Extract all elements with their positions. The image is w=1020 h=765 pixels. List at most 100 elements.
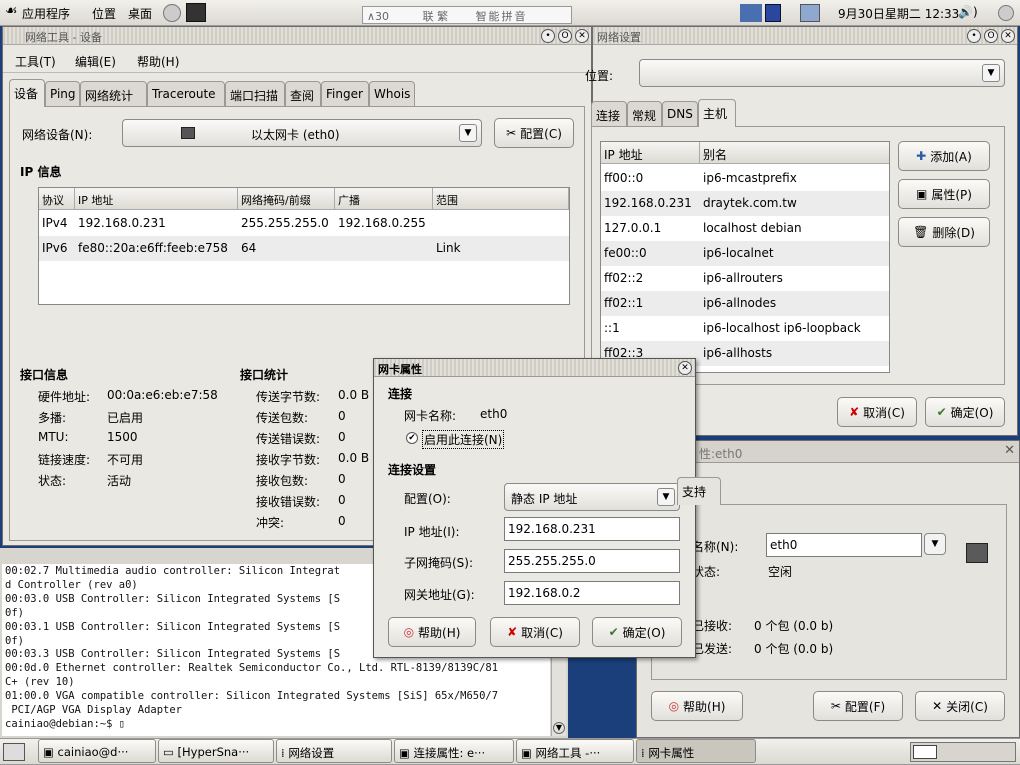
ime-item-lian[interactable]: 联: [423, 10, 434, 23]
state-label: 状态:: [38, 474, 67, 488]
list-item[interactable]: ::1 ip6-localhost ip6-loopback: [601, 316, 889, 341]
col-protocol[interactable]: 协议: [39, 188, 75, 210]
scroll-down-icon[interactable]: ▼: [553, 722, 565, 734]
close-icon[interactable]: ✕: [1004, 443, 1015, 458]
task-terminal[interactable]: ▣ cainiao@d···: [38, 739, 156, 763]
close-icon[interactable]: ✕: [575, 29, 589, 43]
list-item[interactable]: 127.0.0.1 localhost debian: [601, 216, 889, 241]
col-netmask[interactable]: 网络掩码/前缀: [238, 188, 335, 210]
close-icon[interactable]: ✕: [1001, 29, 1015, 43]
location-combo[interactable]: ▼: [639, 59, 1005, 87]
list-item[interactable]: fe00::0 ip6-localnet: [601, 241, 889, 266]
gateway-field[interactable]: 192.168.0.2: [504, 581, 680, 605]
tx-errors-value: 0: [338, 430, 346, 444]
volume-icon[interactable]: 🔊): [958, 5, 978, 19]
close-icon[interactable]: ✕: [678, 361, 692, 375]
tab-traceroute[interactable]: Traceroute: [147, 81, 225, 107]
menu-tools[interactable]: 工具(T): [15, 53, 56, 70]
task-net-tool[interactable]: ▣ 网络工具 -···: [516, 739, 634, 763]
hosts-table[interactable]: IP 地址 别名 ff00::0 ip6-mcastprefix 192.168.…: [600, 141, 890, 373]
cancel-button[interactable]: ✘ 取消(C): [490, 617, 580, 647]
close-button[interactable]: ✕ 关闭(C): [915, 691, 1005, 721]
menu-edit[interactable]: 编辑(E): [75, 53, 116, 70]
col-alias[interactable]: 别名: [700, 142, 889, 164]
col-broadcast[interactable]: 广播: [335, 188, 433, 210]
ip-table[interactable]: 协议 IP 地址 网络掩码/前缀 广播 范围 IPv4 192.168.0.23…: [38, 187, 570, 305]
clock[interactable]: 9月30日星期二 12:33: [838, 5, 959, 22]
enable-checkbox[interactable]: ✔: [406, 432, 418, 444]
tab-whois[interactable]: Whois: [369, 81, 415, 107]
chevron-down-icon[interactable]: ▼: [924, 533, 946, 555]
col-host-ip[interactable]: IP 地址: [601, 142, 700, 164]
ip-field[interactable]: 192.168.0.231: [504, 517, 680, 541]
menu-applications[interactable]: 应用程序: [22, 5, 70, 22]
ime-item-fan[interactable]: 繁: [437, 10, 448, 23]
task-nic-dialog[interactable]: ⁞ 网卡属性: [636, 739, 756, 763]
config-button[interactable]: ✂ 配置(C): [494, 118, 574, 148]
tab-hosts[interactable]: 主机: [698, 99, 736, 127]
tab-portscan[interactable]: 端口扫描: [225, 81, 285, 107]
col-ip[interactable]: IP 地址: [75, 188, 238, 210]
properties-button[interactable]: ▣ 属性(P): [898, 179, 990, 209]
ok-button[interactable]: ✔ 确定(O): [592, 617, 682, 647]
maximize-icon[interactable]: O: [984, 29, 998, 43]
table-row[interactable]: IPv4 192.168.0.231 255.255.255.0 192.168…: [39, 211, 569, 236]
foot-icon[interactable]: ☙: [5, 3, 18, 19]
launcher-icon[interactable]: [163, 4, 181, 22]
tools-icon: ✂: [830, 699, 841, 713]
col-scope[interactable]: 范围: [433, 188, 569, 210]
config-method-combo[interactable]: 静态 IP 地址 ▼: [504, 483, 680, 511]
menu-help[interactable]: 帮助(H): [137, 53, 179, 70]
workspace-1[interactable]: [913, 745, 937, 759]
config-button[interactable]: ✂ 配置(F): [813, 691, 903, 721]
help-button[interactable]: ◎ 帮助(H): [651, 691, 743, 721]
nic-dialog-titlebar[interactable]: 网卡属性 ✕: [374, 359, 695, 377]
help-button[interactable]: ◎ 帮助(H): [388, 617, 476, 647]
delete-button[interactable]: 🗑 删除(D): [898, 217, 990, 247]
menu-desktop[interactable]: 桌面: [128, 5, 152, 22]
terminal-line: C+ (rev 10): [5, 676, 75, 689]
list-item[interactable]: ff00::0 ip6-mcastprefix: [601, 166, 889, 191]
task-label: 连接属性: e···: [413, 746, 486, 760]
name-field[interactable]: eth0: [766, 533, 922, 557]
net-tool-titlebar[interactable]: 网络工具 - 设备 • O ✕: [3, 27, 591, 45]
add-button[interactable]: ✚ 添加(A): [898, 141, 990, 171]
cancel-button[interactable]: ✘ 取消(C): [837, 397, 917, 427]
task-net-settings[interactable]: ⁞ 网络设置: [276, 739, 392, 763]
network-icon[interactable]: [740, 4, 762, 22]
tab-connections[interactable]: 连接: [591, 101, 627, 127]
tab-support[interactable]: 支持: [677, 477, 721, 505]
list-item[interactable]: 192.168.0.231 draytek.com.tw: [601, 191, 889, 216]
table-row[interactable]: IPv6 fe80::20a:e6ff:feeb:e758 64 Link: [39, 236, 569, 261]
menu-places[interactable]: 位置: [92, 5, 116, 22]
tab-general[interactable]: 常规: [627, 101, 662, 127]
task-conn-props[interactable]: ▣ 连接属性: e···: [394, 739, 514, 763]
mask-field[interactable]: 255.255.255.0: [504, 549, 680, 573]
show-desktop-icon[interactable]: [3, 743, 25, 761]
task-hypersnap[interactable]: ▭ [HyperSna···: [158, 739, 274, 763]
tab-lookup[interactable]: 查阅: [285, 81, 321, 107]
tab-dns[interactable]: DNS: [662, 101, 698, 127]
power-icon[interactable]: [998, 5, 1014, 21]
minimize-icon[interactable]: •: [541, 29, 555, 43]
tab-devices[interactable]: 设备: [9, 79, 45, 107]
minimize-icon[interactable]: •: [967, 29, 981, 43]
ok-button[interactable]: ✔ 确定(O): [925, 397, 1005, 427]
list-item[interactable]: ff02::1 ip6-allnodes: [601, 291, 889, 316]
menubar: 工具(T) 编辑(E) 帮助(H): [3, 47, 591, 73]
help-icon[interactable]: [765, 4, 781, 22]
tab-finger[interactable]: Finger: [321, 81, 369, 107]
terminal-launcher-icon[interactable]: [186, 3, 206, 22]
device-combo[interactable]: 以太网卡 (eth0) ▼: [122, 119, 482, 147]
enable-label[interactable]: 启用此连接(N): [422, 430, 505, 449]
workspace-switcher[interactable]: [910, 742, 1016, 762]
workspace-icon[interactable]: [800, 4, 820, 22]
cancel-icon: ✘: [849, 405, 860, 419]
list-item[interactable]: ff02::2 ip6-allrouters: [601, 266, 889, 291]
tab-netstat[interactable]: 网络统计: [80, 81, 147, 107]
ime-name[interactable]: 智能拼音: [476, 10, 528, 23]
maximize-icon[interactable]: O: [558, 29, 572, 43]
net-settings-titlebar[interactable]: 网络设置 • O ✕: [593, 27, 1017, 45]
ime-bar[interactable]: ∧30 联 繁 智能拼音: [362, 6, 572, 24]
tab-ping[interactable]: Ping: [45, 81, 80, 107]
